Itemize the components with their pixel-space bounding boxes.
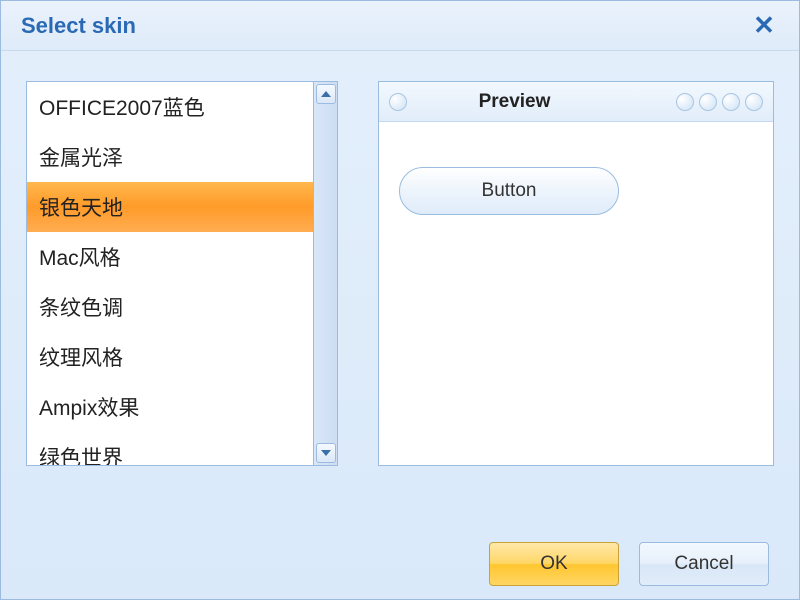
scrollbar[interactable] [313,82,337,465]
dot-icon [722,93,740,111]
close-icon[interactable]: ✕ [749,11,779,41]
list-item[interactable]: 金属光泽 [27,132,313,182]
dot-icon [699,93,717,111]
content-area: OFFICE2007蓝色 金属光泽 银色天地 Mac风格 条纹色调 纹理风格 A… [1,51,799,529]
scroll-down-button[interactable] [316,443,336,463]
list-item[interactable]: 纹理风格 [27,332,313,382]
preview-body: Button [379,122,773,465]
list-item[interactable]: OFFICE2007蓝色 [27,82,313,132]
preview-title: Preview [353,91,676,113]
ok-button[interactable]: OK [489,542,619,586]
arrow-down-icon [321,450,331,456]
preview-header: Preview [379,82,773,122]
scroll-up-button[interactable] [316,84,336,104]
cancel-button[interactable]: Cancel [639,542,769,586]
dot-icon [745,93,763,111]
dot-icon [676,93,694,111]
titlebar: Select skin ✕ [1,1,799,51]
preview-header-dots [676,93,763,111]
skin-list-items: OFFICE2007蓝色 金属光泽 银色天地 Mac风格 条纹色调 纹理风格 A… [27,82,313,465]
window-title: Select skin [21,13,136,39]
skin-select-dialog: Select skin ✕ OFFICE2007蓝色 金属光泽 银色天地 Mac… [0,0,800,600]
list-item[interactable]: 条纹色调 [27,282,313,332]
list-item-selected[interactable]: 银色天地 [27,182,313,232]
preview-panel: Preview Button [378,81,774,466]
list-item[interactable]: 绿色世界 [27,432,313,465]
preview-sample-button[interactable]: Button [399,167,619,215]
list-item[interactable]: Mac风格 [27,232,313,282]
arrow-up-icon [321,91,331,97]
skin-list: OFFICE2007蓝色 金属光泽 银色天地 Mac风格 条纹色调 纹理风格 A… [26,81,338,466]
dialog-footer: OK Cancel [1,529,799,599]
list-item[interactable]: Ampix效果 [27,382,313,432]
